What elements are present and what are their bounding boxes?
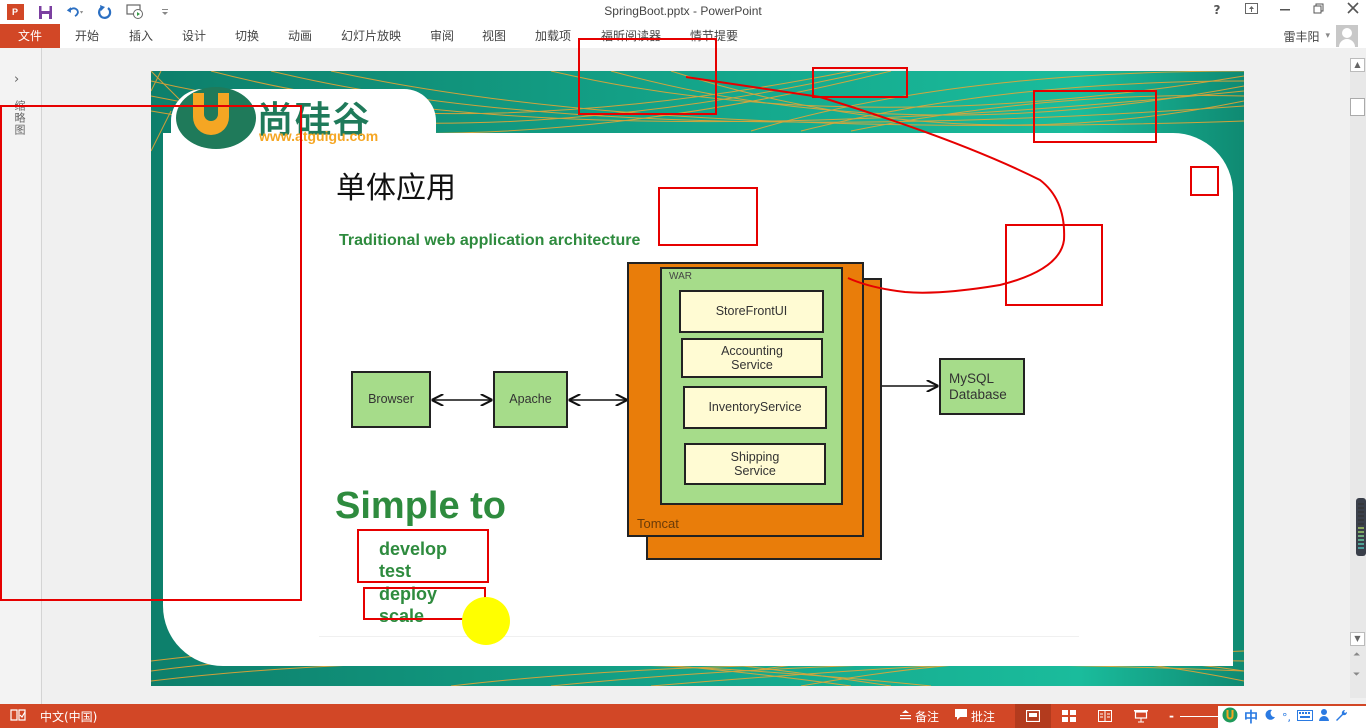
zoom-slider[interactable]: - (1169, 709, 1221, 723)
restore-icon[interactable] (1312, 3, 1326, 17)
slideshow-button[interactable] (1123, 704, 1159, 728)
bullet-scale: scale (379, 606, 425, 626)
previous-slide-icon[interactable]: ⏶ (1353, 650, 1360, 660)
ime-mode-indicator[interactable]: 中 (1244, 707, 1258, 727)
ribbon-tabs: 文件 开始 插入 设计 切换 动画 幻灯片放映 审阅 视图 加载项 福昕阅读器 … (0, 24, 1366, 48)
notes-label: 备注 (915, 709, 940, 724)
comments-icon (955, 709, 968, 723)
ime-toolbar[interactable]: 中 °, (1218, 706, 1366, 728)
vertical-scrollbar[interactable]: ▲ ▼ ⏶ ⏷ (1350, 58, 1366, 698)
slideshow-icon (1134, 709, 1149, 722)
language-indicator[interactable]: 中文(中国) (40, 708, 97, 725)
bullet-test: test (379, 561, 412, 581)
comments-button[interactable]: 批注 (947, 704, 1003, 728)
status-bar: 中文(中国) 备注 批注 - (0, 704, 1366, 728)
window-title: SpringBoot.pptx - PowerPoint (604, 4, 762, 18)
next-slide-icon[interactable]: ⏷ (1353, 670, 1360, 680)
tab-review[interactable]: 审阅 (430, 24, 454, 48)
service-box-inventory[interactable]: InventoryService (683, 386, 827, 429)
normal-view-button[interactable] (1015, 704, 1052, 728)
close-icon[interactable] (1346, 2, 1360, 17)
service-box-storefront[interactable]: StoreFrontUI (679, 290, 824, 333)
expand-thumbnails-icon[interactable]: › (14, 72, 19, 87)
database-label: MySQL (949, 370, 995, 386)
service-box-shipping[interactable]: Shipping Service (684, 443, 826, 485)
tab-insert[interactable]: 插入 (129, 24, 153, 48)
user-name: 雷丰阳 (1283, 29, 1320, 44)
tab-file[interactable]: 文件 (0, 24, 60, 48)
thumbnail-pane: › 缩略图 (0, 48, 42, 704)
mysql-database-box[interactable]: MySQL Database (939, 358, 1025, 415)
reading-view-button[interactable] (1087, 704, 1123, 728)
wrench-icon[interactable] (1335, 709, 1348, 725)
zoom-track[interactable] (1180, 715, 1221, 717)
notes-button[interactable]: 备注 (892, 704, 947, 728)
punctuation-icon[interactable]: °, (1282, 711, 1291, 724)
scroll-up-button[interactable]: ▲ (1350, 58, 1365, 72)
tab-home[interactable]: 开始 (75, 24, 99, 48)
powerpoint-window: P SpringBoot.pptx - PowerPoint ? 文件 开始 插… (0, 0, 1366, 728)
title-bar: P SpringBoot.pptx - PowerPoint ? (0, 0, 1366, 24)
bullet-develop: develop (379, 539, 448, 559)
user-account[interactable]: 雷丰阳 ▾ (1283, 24, 1358, 48)
spellcheck-icon[interactable] (10, 708, 26, 725)
keyboard-icon[interactable] (1297, 709, 1313, 725)
normal-view-icon (1026, 710, 1041, 722)
tab-view[interactable]: 视图 (482, 24, 506, 48)
tab-slideshow[interactable]: 幻灯片放映 (341, 24, 401, 48)
service-label: Service (731, 358, 773, 372)
slide-canvas[interactable]: 尚硅谷 www.atguigu.com 单体应用 Traditional web… (151, 71, 1244, 686)
slide-sorter-icon (1062, 710, 1077, 722)
service-label: StoreFrontUI (715, 304, 788, 319)
tab-animations[interactable]: 动画 (288, 24, 312, 48)
window-controls: ? (1210, 2, 1360, 17)
thumbnail-pane-label[interactable]: 缩略图 (13, 100, 27, 136)
tab-design[interactable]: 设计 (182, 24, 206, 48)
audio-meter-widget (1356, 498, 1366, 556)
tab-addins[interactable]: 加载项 (535, 24, 571, 48)
service-label: Shipping (730, 449, 780, 464)
war-label: WAR (669, 271, 692, 282)
service-label: InventoryService (708, 400, 802, 415)
tomcat-label: Tomcat (637, 516, 679, 531)
notes-icon (900, 709, 911, 723)
service-box-accounting[interactable]: Accounting Service (681, 338, 823, 378)
service-label: Accounting (721, 343, 783, 358)
content-divider (319, 636, 1079, 637)
database-label: Database (949, 386, 1007, 402)
bullet-deploy: deploy (379, 584, 438, 604)
half-width-moon-icon[interactable] (1264, 709, 1276, 725)
scroll-down-button[interactable]: ▼ (1350, 632, 1365, 646)
avatar (1336, 25, 1358, 47)
zoom-out-icon[interactable]: - (1169, 709, 1174, 723)
user-icon[interactable] (1319, 709, 1329, 725)
reading-view-icon (1098, 710, 1113, 722)
chevron-down-icon: ▾ (1325, 31, 1330, 41)
ribbon-display-icon[interactable] (1244, 2, 1258, 17)
tab-foxit-reader[interactable]: 福昕阅读器 (601, 24, 661, 48)
help-icon[interactable]: ? (1210, 3, 1224, 17)
comments-label: 批注 (971, 709, 996, 724)
tab-storyboarding[interactable]: 情节提要 (690, 24, 738, 48)
minimize-icon[interactable] (1278, 3, 1292, 17)
simple-heading[interactable]: Simple to (335, 485, 506, 528)
ime-logo-icon[interactable] (1222, 707, 1238, 727)
tab-transitions[interactable]: 切换 (235, 24, 259, 48)
slide-sorter-button[interactable] (1051, 704, 1087, 728)
scroll-thumb[interactable] (1350, 98, 1365, 116)
service-label: Service (734, 464, 776, 478)
